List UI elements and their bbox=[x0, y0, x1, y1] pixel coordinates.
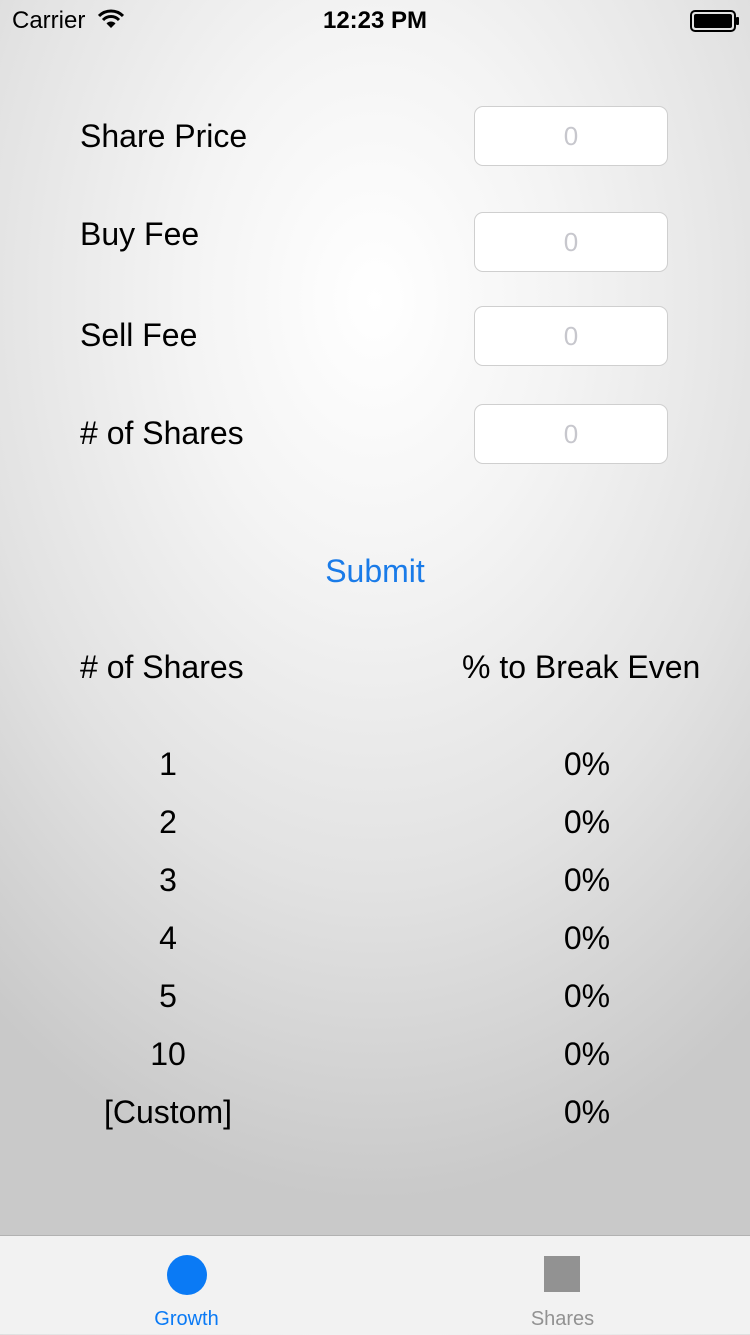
tab-growth[interactable]: Growth bbox=[0, 1236, 375, 1335]
result-percent: 0% bbox=[563, 804, 611, 840]
result-row: 10 0% bbox=[0, 1032, 750, 1090]
tab-shares[interactable]: Shares bbox=[375, 1236, 750, 1335]
sell-fee-label: Sell Fee bbox=[80, 317, 198, 353]
result-row: 1 0% bbox=[0, 742, 750, 800]
submit-button[interactable]: Submit bbox=[275, 548, 475, 594]
tab-growth-label: Growth bbox=[154, 1308, 219, 1330]
result-row-custom: [Custom] 0% bbox=[0, 1090, 750, 1148]
buy-fee-input[interactable] bbox=[474, 212, 668, 272]
status-time: 12:23 PM bbox=[322, 7, 428, 34]
result-shares: 10 bbox=[150, 1036, 186, 1072]
battery-icon bbox=[690, 10, 739, 32]
result-shares: 1 bbox=[159, 746, 177, 782]
result-shares: 2 bbox=[159, 804, 177, 840]
status-bar: Carrier 12:23 PM bbox=[0, 0, 750, 40]
result-shares: 4 bbox=[159, 920, 177, 956]
circle-icon bbox=[167, 1255, 207, 1295]
result-percent: 0% bbox=[563, 1094, 611, 1130]
sell-fee-input[interactable] bbox=[474, 306, 668, 366]
result-percent: 0% bbox=[563, 746, 611, 782]
tab-shares-label: Shares bbox=[530, 1308, 595, 1330]
result-percent: 0% bbox=[563, 862, 611, 898]
share-price-label: Share Price bbox=[80, 118, 248, 154]
result-shares: 3 bbox=[159, 862, 177, 898]
result-row: 5 0% bbox=[0, 974, 750, 1032]
result-percent: 0% bbox=[563, 978, 611, 1014]
shares-column-header: # of Shares bbox=[80, 649, 244, 685]
result-row: 3 0% bbox=[0, 858, 750, 916]
buy-fee-label: Buy Fee bbox=[80, 216, 200, 252]
results-table: 1 0% 2 0% 3 0% 4 0% 5 0% 10 0% [Custom] … bbox=[0, 742, 750, 1148]
share-price-input[interactable] bbox=[474, 106, 668, 166]
square-icon bbox=[544, 1256, 580, 1292]
result-percent: 0% bbox=[563, 1036, 611, 1072]
num-shares-input[interactable] bbox=[474, 404, 668, 464]
tab-bar: Growth Shares bbox=[0, 1235, 750, 1334]
result-shares: 5 bbox=[159, 978, 177, 1014]
result-row: 2 0% bbox=[0, 800, 750, 858]
result-row: 4 0% bbox=[0, 916, 750, 974]
result-percent: 0% bbox=[563, 920, 611, 956]
result-shares: [Custom] bbox=[103, 1094, 233, 1130]
breakeven-column-header: % to Break Even bbox=[462, 649, 701, 685]
num-shares-label: # of Shares bbox=[80, 415, 244, 451]
